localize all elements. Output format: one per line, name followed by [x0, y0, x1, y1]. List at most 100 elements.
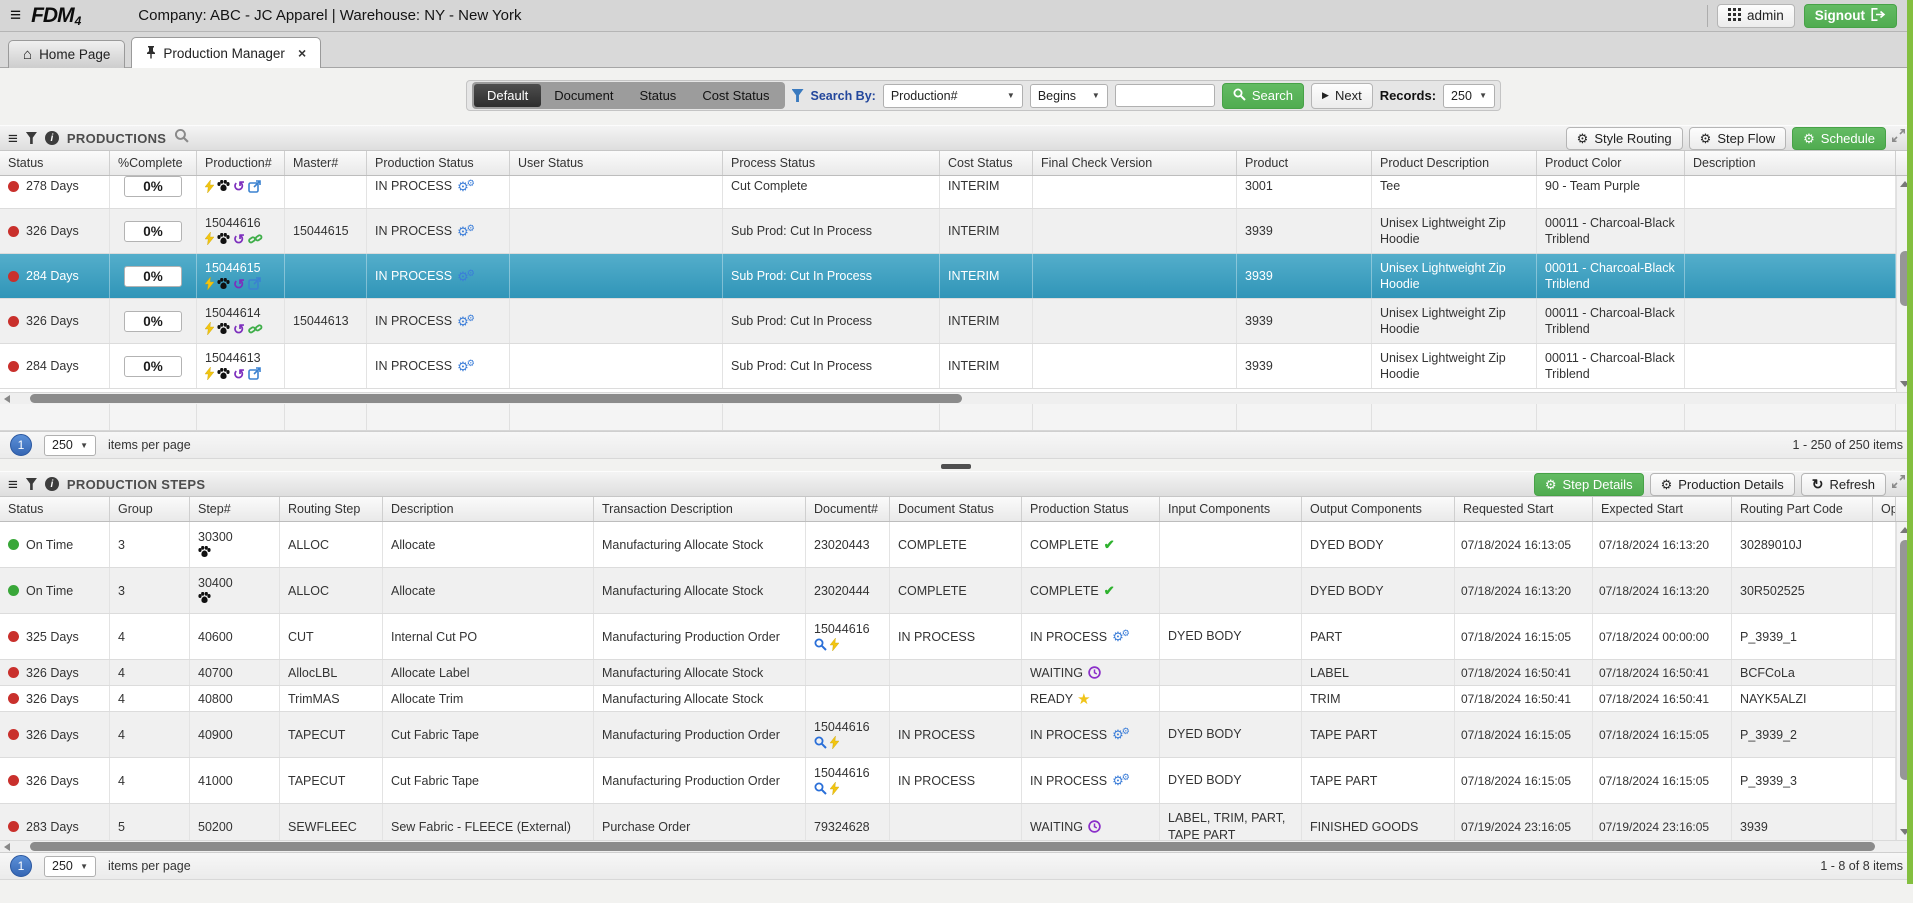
steps-column-output-components[interactable]: Output Components	[1302, 497, 1455, 521]
search-mode-status[interactable]: Status	[626, 84, 689, 107]
history-icon[interactable]: ↺	[233, 232, 245, 246]
external-link-icon[interactable]	[248, 277, 261, 290]
scrollbar-thumb[interactable]	[30, 394, 962, 403]
steps-column-input-components[interactable]: Input Components	[1160, 497, 1302, 521]
productions-column-production-status[interactable]: Production Status	[367, 151, 510, 175]
paw-icon[interactable]	[198, 546, 211, 558]
style-routing-button[interactable]: ⚙Style Routing	[1566, 127, 1683, 150]
page-number-button[interactable]: 1	[10, 434, 32, 456]
lightning-icon[interactable]	[830, 782, 839, 795]
panel-menu-icon[interactable]: ≡	[8, 476, 18, 493]
steps-column-step[interactable]: Step#	[190, 497, 280, 521]
external-link-icon[interactable]	[248, 367, 261, 380]
productions-column-master[interactable]: Master#	[285, 151, 367, 175]
production-row[interactable]: 284 Days0%15044615↺IN PROCESS⚙⚙Sub Prod:…	[0, 254, 1896, 299]
steps-column-group[interactable]: Group	[110, 497, 190, 521]
steps-column-op[interactable]: Op	[1873, 497, 1896, 521]
history-icon[interactable]: ↺	[233, 179, 245, 193]
steps-column-transaction-description[interactable]: Transaction Description	[594, 497, 806, 521]
search-input[interactable]	[1115, 84, 1215, 107]
productions-column-product[interactable]: Product	[1237, 151, 1372, 175]
records-select[interactable]: 250▼	[1443, 84, 1495, 108]
document-search-icon[interactable]	[814, 782, 827, 795]
production-row[interactable]: 284 Days0%15044613↺IN PROCESS⚙⚙Sub Prod:…	[0, 344, 1896, 389]
steps-column-requested-start[interactable]: Requested Start	[1455, 497, 1593, 521]
productions-column-production[interactable]: Production#	[197, 151, 285, 175]
document-search-icon[interactable]	[814, 638, 827, 651]
refresh-button[interactable]: ↻Refresh	[1801, 473, 1886, 496]
productions-column-final-check-version[interactable]: Final Check Version	[1033, 151, 1237, 175]
step-row[interactable]: 326 Days441000TAPECUTCut Fabric TapeManu…	[0, 758, 1896, 804]
next-button[interactable]: ▶Next	[1311, 83, 1373, 109]
history-icon[interactable]: ↺	[233, 322, 245, 336]
productions-column-status[interactable]: Status	[0, 151, 110, 175]
production-row[interactable]: 278 Days0%↺IN PROCESS⚙⚙Cut CompleteINTER…	[0, 176, 1896, 209]
tab-home-page[interactable]: ⌂ Home Page	[8, 40, 125, 68]
productions-column-product-description[interactable]: Product Description	[1372, 151, 1537, 175]
step-row[interactable]: 326 Days440900TAPECUTCut Fabric TapeManu…	[0, 712, 1896, 758]
production-row[interactable]: 326 Days0%15044614↺15044613IN PROCESS⚙⚙S…	[0, 299, 1896, 344]
search-mode-document[interactable]: Document	[541, 84, 626, 107]
lightning-icon[interactable]	[205, 277, 214, 290]
expand-icon[interactable]	[1892, 475, 1905, 493]
production-row[interactable]: 326 Days0%15044616↺15044615IN PROCESS⚙⚙S…	[0, 209, 1896, 254]
link-icon[interactable]	[248, 233, 263, 245]
productions-column-description[interactable]: Description	[1685, 151, 1896, 175]
expand-icon[interactable]	[1892, 129, 1905, 147]
hamburger-menu-icon[interactable]: ≡	[10, 6, 21, 25]
search-field-select[interactable]: Production#▼	[883, 84, 1023, 108]
page-number-button[interactable]: 1	[10, 855, 32, 877]
search-button[interactable]: Search	[1222, 83, 1304, 109]
match-type-select[interactable]: Begins▼	[1030, 84, 1108, 108]
paw-icon[interactable]	[198, 592, 211, 604]
steps-column-description[interactable]: Description	[383, 497, 594, 521]
document-search-icon[interactable]	[814, 736, 827, 749]
tab-production-manager[interactable]: Production Manager ×	[131, 37, 321, 68]
page-size-select[interactable]: 250▼	[44, 435, 96, 456]
panel-filter-icon[interactable]	[26, 478, 37, 490]
steps-column-status[interactable]: Status	[0, 497, 110, 521]
steps-horizontal-scrollbar[interactable]	[0, 840, 1913, 852]
scroll-left-arrow[interactable]	[4, 395, 10, 403]
panel-splitter-handle[interactable]	[941, 464, 971, 469]
productions-column-product-color[interactable]: Product Color	[1537, 151, 1685, 175]
step-row[interactable]: On Time330400ALLOCAllocateManufacturing …	[0, 568, 1896, 614]
step-details-button[interactable]: ⚙Step Details	[1534, 473, 1644, 496]
step-row[interactable]: On Time330300ALLOCAllocateManufacturing …	[0, 522, 1896, 568]
panel-filter-icon[interactable]	[26, 132, 37, 144]
productions-column-complete[interactable]: %Complete	[110, 151, 197, 175]
step-row[interactable]: 325 Days440600CUTInternal Cut POManufact…	[0, 614, 1896, 660]
paw-icon[interactable]	[217, 233, 230, 245]
lightning-icon[interactable]	[830, 736, 839, 749]
step-flow-button[interactable]: ⚙Step Flow	[1689, 127, 1786, 150]
steps-column-routing-step[interactable]: Routing Step	[280, 497, 383, 521]
step-row[interactable]: 283 Days550200SEWFLEECSew Fabric - FLEEC…	[0, 804, 1896, 840]
pin-icon[interactable]	[146, 45, 156, 62]
paw-icon[interactable]	[217, 278, 230, 290]
history-icon[interactable]: ↺	[233, 277, 245, 291]
paw-icon[interactable]	[217, 368, 230, 380]
productions-column-user-status[interactable]: User Status	[510, 151, 723, 175]
steps-column-document[interactable]: Document#	[806, 497, 890, 521]
step-row[interactable]: 326 Days440800TrimMASAllocate TrimManufa…	[0, 686, 1896, 712]
production-details-button[interactable]: ⚙Production Details	[1650, 473, 1795, 496]
search-mode-cost-status[interactable]: Cost Status	[689, 84, 782, 107]
scroll-left-arrow[interactable]	[4, 843, 10, 851]
close-tab-icon[interactable]: ×	[298, 45, 306, 61]
lightning-icon[interactable]	[830, 638, 839, 651]
history-icon[interactable]: ↺	[233, 367, 245, 381]
info-icon[interactable]: i	[45, 477, 59, 491]
external-link-icon[interactable]	[248, 180, 261, 193]
lightning-icon[interactable]	[205, 232, 214, 245]
productions-horizontal-scrollbar[interactable]	[0, 392, 1913, 404]
page-size-select[interactable]: 250▼	[44, 856, 96, 877]
steps-column-expected-start[interactable]: Expected Start	[1593, 497, 1732, 521]
panel-menu-icon[interactable]: ≡	[8, 130, 18, 147]
steps-column-production-status[interactable]: Production Status	[1022, 497, 1160, 521]
magnifier-icon[interactable]	[174, 128, 189, 148]
schedule-button[interactable]: ⚙Schedule	[1792, 127, 1886, 150]
steps-column-document-status[interactable]: Document Status	[890, 497, 1022, 521]
link-icon[interactable]	[248, 323, 263, 335]
lightning-icon[interactable]	[205, 367, 214, 380]
steps-column-routing-part-code[interactable]: Routing Part Code	[1732, 497, 1873, 521]
